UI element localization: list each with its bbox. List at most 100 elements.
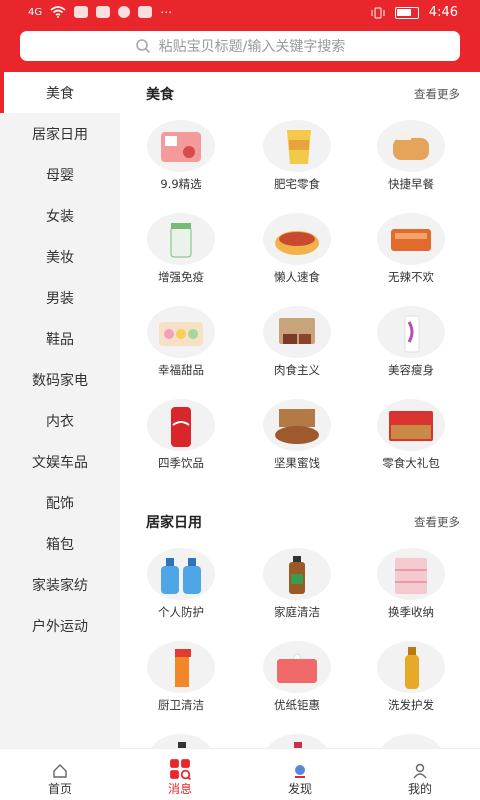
nav-tab[interactable]: 首页 [0,749,120,800]
category-tile[interactable]: 无辣不欢 [354,213,468,306]
category-tile[interactable]: 优纸钜惠 [240,641,354,734]
search-icon [135,39,150,54]
nav-tab-label: 发现 [287,782,312,796]
sidebar-item[interactable]: 箱包 [0,523,120,564]
news-notification-icon [138,6,153,18]
app-notification-icon [96,6,111,18]
category-label: 无辣不欢 [388,270,434,284]
wifi-icon [50,6,66,18]
sidebar-item[interactable]: 内衣 [0,400,120,441]
category-tile[interactable]: 幸福甜品 [124,306,238,399]
category-tile[interactable]: 零食大礼包 [354,399,468,492]
search-bar[interactable]: 粘贴宝贝标题/输入关键字搜索 [20,31,460,61]
category-tile[interactable]: 洗发护发 [354,641,468,734]
sidebar-item-label: 家装家纺 [32,577,88,594]
snack-box-icon [147,120,215,172]
nav-tab[interactable]: 发现 [240,749,360,800]
category-tile[interactable] [354,734,468,748]
category-label: 个人防护 [158,605,204,619]
category-tile[interactable]: 懒人速食 [240,213,354,306]
slim-drink-icon [377,306,445,358]
category-tile[interactable]: 肉食主义 [240,306,354,399]
sidebar-item-label: 箱包 [46,536,74,553]
category-label: 洗发护发 [388,698,434,712]
sidebar-item[interactable]: 户外运动 [0,605,120,646]
signal-indicator: 4G [28,6,43,18]
sidebar-item-label: 美妆 [46,249,74,266]
category-tile[interactable]: 9.9精选 [124,120,238,213]
sidebar-item[interactable]: 数码家电 [0,359,120,400]
spicy-strips-icon [377,213,445,265]
category-label: 增强免疫 [158,270,204,284]
nav-tab-label: 首页 [47,782,72,796]
category-tile[interactable]: 换季收纳 [354,548,468,641]
category-tile[interactable] [240,734,354,748]
category-sidebar: 美食居家日用母婴女装美妆男装鞋品数码家电内衣文娱车品配饰箱包家装家纺户外运动 [0,72,120,748]
sidebar-item[interactable]: 居家日用 [0,113,120,154]
nav-tab-label: 消息 [167,782,192,796]
view-more-link[interactable]: 查看更多 [414,86,460,102]
category-label: 四季饮品 [158,456,204,470]
category-tile[interactable]: 四季饮品 [124,399,238,492]
disinfectant-bottle-icon [263,548,331,600]
nuts-icon [263,399,331,451]
sidebar-item-label: 女装 [46,208,74,225]
category-label: 美容瘦身 [388,363,434,377]
category-label: 肉食主义 [274,363,320,377]
tissue-box-icon [263,641,331,693]
macaron-icon [147,306,215,358]
wechat-notification-icon [74,6,89,18]
sidebar-item-label: 数码家电 [32,372,88,389]
sanitary-pad-icon [377,734,445,748]
category-tile[interactable] [124,734,238,748]
bottom-nav: 首页 消息 发现 我的 [0,748,480,800]
shampoo-bottle-icon [377,641,445,693]
sanitizer-bottles-icon [147,548,215,600]
sidebar-item[interactable]: 配饰 [0,482,120,523]
sidebar-item[interactable]: 美妆 [0,236,120,277]
storage-drawer-icon [377,548,445,600]
category-label: 懒人速食 [274,270,320,284]
category-tile[interactable]: 增强免疫 [124,213,238,306]
sidebar-item[interactable]: 文娱车品 [0,441,120,482]
category-label: 9.9精选 [160,177,202,191]
category-tile[interactable]: 肥宅零食 [240,120,354,213]
category-tile[interactable]: 厨卫清洁 [124,641,238,734]
sidebar-item[interactable]: 鞋品 [0,318,120,359]
category-label: 坚果蜜饯 [274,456,320,470]
category-tile[interactable]: 快捷早餐 [354,120,468,213]
supplement-jar-icon [147,213,215,265]
section-title: 居家日用 [146,515,202,531]
section-header: 美食 查看更多 [120,76,480,112]
sidebar-item-label: 居家日用 [32,126,88,143]
sidebar-item-label: 母婴 [46,167,74,184]
sidebar-item-label: 内衣 [46,413,74,430]
sidebar-item[interactable]: 女装 [0,195,120,236]
lotion-bottle-icon [147,734,215,748]
sidebar-item-label: 男装 [46,290,74,307]
nav-tab[interactable]: 消息 [120,749,240,800]
status-time: 4:46 [428,5,458,20]
sidebar-item[interactable]: 家装家纺 [0,564,120,605]
category-tile[interactable]: 美容瘦身 [354,306,468,399]
category-tile[interactable]: 个人防护 [124,548,238,641]
gift-box-icon [377,399,445,451]
category-tile[interactable]: 家庭清洁 [240,548,354,641]
category-label: 快捷早餐 [388,177,434,191]
meat-icon [263,306,331,358]
search-placeholder: 粘贴宝贝标题/输入关键字搜索 [158,39,346,55]
cola-can-icon [147,399,215,451]
bread-icon [377,120,445,172]
view-more-link[interactable]: 查看更多 [414,514,460,530]
sidebar-item-label: 配饰 [46,495,74,512]
section-header: 居家日用 查看更多 [120,504,480,540]
cosmetic-bottle-icon [263,734,331,748]
sidebar-item[interactable]: 母婴 [0,154,120,195]
category-label: 幸福甜品 [158,363,204,377]
sidebar-item[interactable]: 男装 [0,277,120,318]
category-label: 家庭清洁 [274,605,320,619]
sidebar-item[interactable]: 美食 [0,72,120,113]
nav-tab[interactable]: 我的 [360,749,480,800]
sidebar-item-label: 文娱车品 [32,454,88,471]
category-tile[interactable]: 坚果蜜饯 [240,399,354,492]
